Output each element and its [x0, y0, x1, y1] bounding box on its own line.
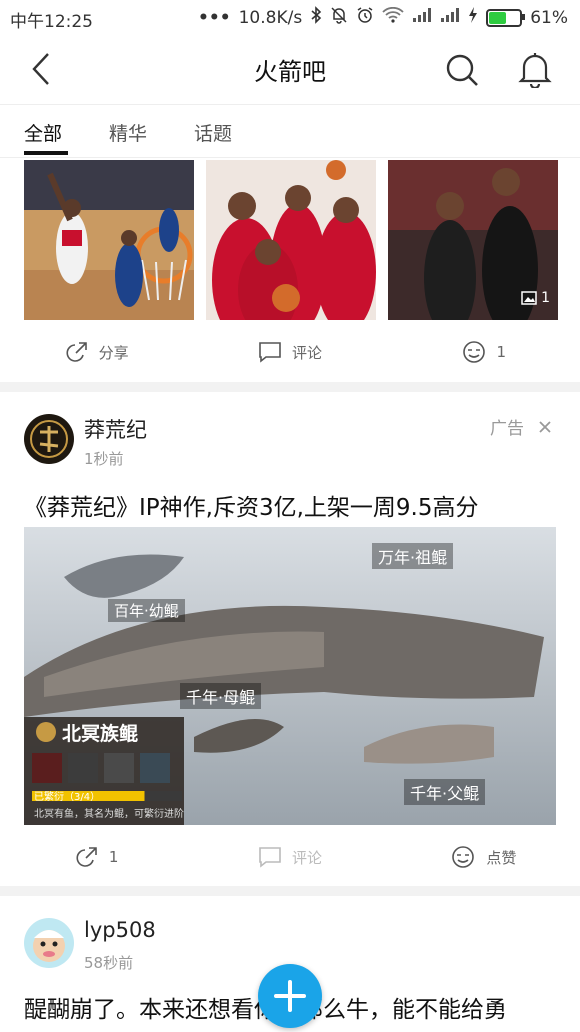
divider — [0, 886, 580, 896]
banner-clan-title: 北冥族鲲 — [62, 723, 139, 745]
more-dots-icon: ••• — [198, 7, 231, 28]
status-icons: ••• 10.8K/s 61% — [198, 6, 568, 29]
comment-icon — [259, 847, 281, 868]
username[interactable]: lyp508 — [84, 918, 156, 942]
network-speed: 10.8K/s — [238, 7, 303, 28]
banner-label-1: 万年·祖鲲 — [372, 543, 454, 569]
avatar[interactable] — [24, 918, 74, 968]
banner-caption: 北冥有鱼，其名为鲲，可繁衍进阶 — [34, 809, 184, 820]
banner-label-3: 千年·母鲲 — [180, 683, 262, 709]
wifi-icon — [382, 6, 404, 28]
banner-label-2: 百年·幼鲲 — [108, 599, 185, 622]
signal-icon-2 — [440, 7, 460, 28]
banner-progress-text: 已繁衍（3/4） — [34, 792, 101, 803]
tab-topics[interactable]: 话题 — [194, 119, 232, 146]
post-image-3[interactable]: 1 — [388, 160, 558, 320]
post-time: 58秒前 — [84, 954, 134, 972]
comment-button[interactable]: 评论 — [193, 330, 386, 374]
share-count: 1 — [108, 848, 119, 866]
post-time: 1秒前 — [84, 450, 124, 468]
tab-bar: 全部 精华 话题 — [0, 105, 580, 158]
nav-bar: 火箭吧 — [0, 34, 580, 105]
ad-banner-image[interactable]: 万年·祖鲲 百年·幼鲲 千年·母鲲 千年·父鲲 北冥族鲲 已繁衍（3/4） 北冥… — [24, 527, 556, 825]
battery-percent: 61% — [530, 7, 568, 28]
tab-all[interactable]: 全部 — [24, 119, 62, 146]
post2-actions: 1 评论 点赞 — [0, 835, 580, 879]
image-count-badge: 1 — [521, 290, 550, 306]
close-icon[interactable] — [538, 420, 552, 434]
share-icon — [66, 342, 87, 362]
like-icon — [452, 846, 475, 868]
comment-icon — [259, 342, 281, 363]
ad-badge: 广告 — [490, 414, 552, 439]
tab-featured[interactable]: 精华 — [109, 119, 147, 146]
comment-label: 评论 — [291, 343, 322, 362]
post-image-1[interactable] — [24, 160, 194, 320]
comment-button[interactable]: 评论 — [193, 835, 386, 879]
ad-label: 广告 — [490, 419, 524, 439]
share-icon — [76, 847, 97, 867]
tab-underline — [24, 151, 68, 155]
like-count: 1 — [496, 343, 507, 361]
like-button[interactable]: 点赞 — [387, 835, 580, 879]
comment-label: 评论 — [291, 848, 322, 867]
like-button[interactable]: 1 — [387, 330, 580, 374]
status-bar: 中午12:25 ••• 10.8K/s 61% — [0, 0, 580, 34]
share-button[interactable]: 1 — [0, 835, 193, 879]
status-time: 中午12:25 — [10, 12, 93, 32]
plus-icon — [274, 980, 306, 1012]
battery-fill — [489, 11, 507, 24]
mute-icon — [330, 6, 348, 29]
divider — [0, 382, 580, 392]
image-count: 1 — [541, 290, 550, 306]
post-image-row: 1 — [24, 160, 558, 320]
share-button[interactable]: 分享 — [0, 330, 193, 374]
battery-icon — [486, 8, 526, 27]
share-label: 分享 — [98, 343, 129, 362]
post-text[interactable]: 《莽荒纪》IP神作,斥资3亿,上架一周9.5高分 — [24, 488, 479, 522]
like-label: 点赞 — [486, 848, 517, 867]
image-icon — [521, 291, 537, 305]
page-title: 火箭吧 — [254, 58, 326, 86]
bluetooth-icon — [310, 6, 322, 29]
signal-icon-1 — [412, 7, 432, 28]
post1-actions: 分享 评论 1 — [0, 330, 580, 374]
post-image-2[interactable] — [206, 160, 376, 320]
compose-button[interactable] — [258, 964, 322, 1028]
banner-label-4: 千年·父鲲 — [404, 779, 486, 805]
avatar[interactable] — [24, 414, 74, 464]
charging-icon — [468, 7, 478, 28]
alarm-icon — [356, 6, 374, 29]
username[interactable]: 莽荒纪 — [84, 414, 147, 444]
bell-icon[interactable] — [518, 50, 552, 92]
search-icon[interactable] — [444, 52, 480, 92]
like-icon — [462, 341, 485, 363]
